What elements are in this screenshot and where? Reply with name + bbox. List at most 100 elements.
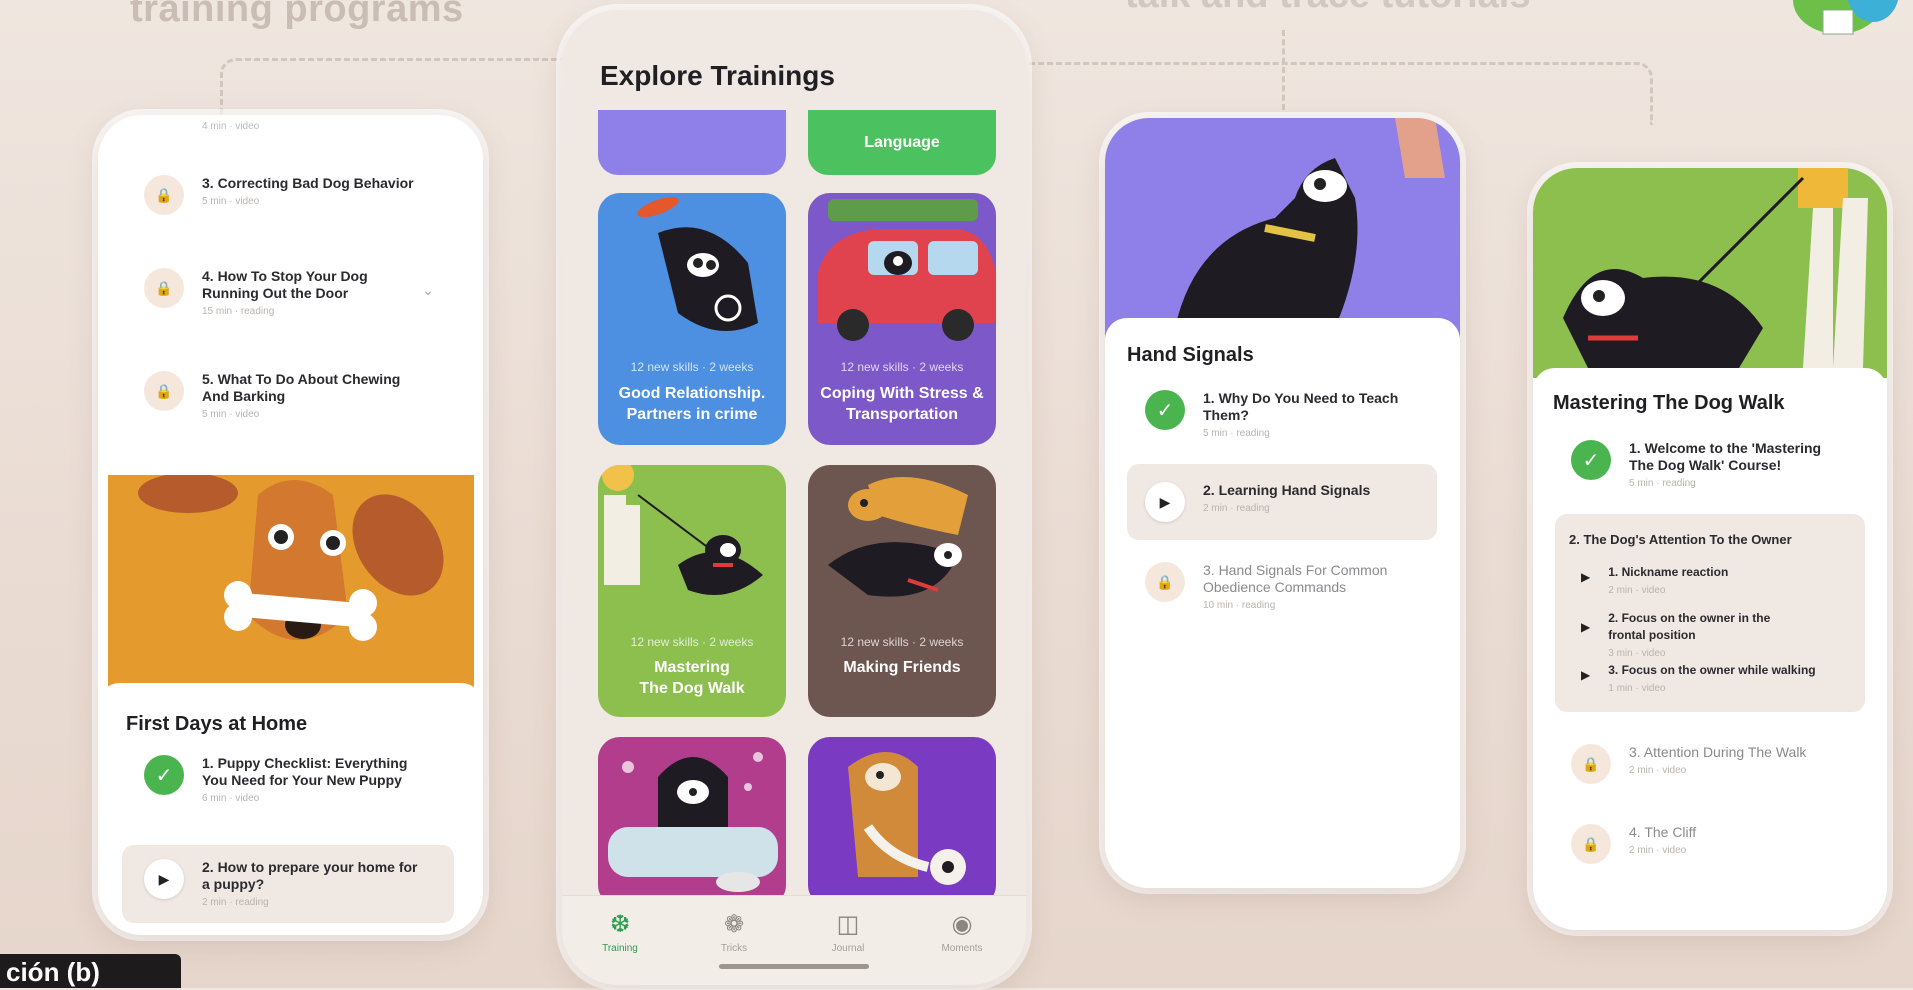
play-icon: ▶ xyxy=(1145,482,1185,522)
lesson-meta: 5 min · video xyxy=(202,196,260,207)
sub-lesson-item[interactable]: ▶ 2. Focus on the owner in the frontal p… xyxy=(1581,610,1851,659)
checkmark-icon: ✓ xyxy=(1571,440,1611,480)
lesson-item[interactable]: 🔒 4. The Cliff 2 min · video xyxy=(1571,824,1871,864)
lesson-item[interactable]: 🔒 5. What To Do About Chewing And Barkin… xyxy=(144,371,444,420)
play-icon: ▶ xyxy=(144,859,184,899)
phone-explore-trainings: Explore Trainings Language 12 new skills… xyxy=(562,10,1026,985)
training-icon: ❆ xyxy=(609,911,631,938)
nav-tricks[interactable]: ❁ Tricks xyxy=(684,910,784,954)
tile-name: Coping With Stress & Transportation xyxy=(820,385,984,423)
lock-icon: 🔒 xyxy=(1571,824,1611,864)
puppy-illustration xyxy=(108,475,474,715)
hand-signal-illustration xyxy=(1105,118,1460,338)
card-title: First Days at Home xyxy=(126,713,308,735)
training-tile[interactable]: 12 new skills · 2 weeks Mastering The Do… xyxy=(598,465,786,717)
lock-icon: 🔒 xyxy=(144,268,184,308)
nav-label: Journal xyxy=(831,943,865,954)
training-tile[interactable]: 12 new skills · 2 weeks Coping With Stre… xyxy=(808,193,996,445)
lesson-item[interactable]: 🔒 3. Hand Signals For Common Obedience C… xyxy=(1145,562,1435,611)
lesson-title: 2. How to prepare your home for a puppy? xyxy=(202,859,418,892)
card-title: Mastering The Dog Walk xyxy=(1553,392,1785,414)
bath-dog-illustration xyxy=(608,752,778,892)
tile-name: Good Relationship. Partners in crime xyxy=(618,385,766,423)
lesson-item[interactable]: ✓ 1. Puppy Checklist: Everything You Nee… xyxy=(144,755,444,804)
tile-meta: 12 new skills · 2 weeks xyxy=(630,360,754,374)
play-icon: ▶ xyxy=(1581,668,1591,682)
lock-icon: 🔒 xyxy=(1145,562,1185,602)
lesson-title: 1. Welcome to the 'Mastering The Dog Wal… xyxy=(1629,440,1822,473)
training-tile[interactable] xyxy=(808,737,996,907)
lesson-item[interactable]: 🔒 4. How To Stop Your Dog Running Out th… xyxy=(144,268,444,317)
lesson-meta: 2 min · video xyxy=(1629,765,1687,776)
checkmark-icon: ✓ xyxy=(1145,390,1185,430)
lesson-item[interactable]: ✓ 1. Why Do You Need to Teach Them? 5 min… xyxy=(1145,390,1435,439)
dog-walk-illustration xyxy=(602,465,763,595)
lesson-item[interactable]: 🔒 3. Correcting Bad Dog Behavior 5 min · … xyxy=(144,175,444,215)
connector-line xyxy=(1282,30,1285,110)
lesson-item-active[interactable]: ▶ 2. How to prepare your home for a pupp… xyxy=(122,845,454,923)
nav-journal[interactable]: ◫ Journal xyxy=(798,910,898,954)
background-heading-left: training programs xyxy=(130,0,464,30)
play-icon: ▶ xyxy=(1581,620,1591,634)
background-heading-right: talk and trace tutorials xyxy=(1125,0,1530,17)
connector-line xyxy=(220,58,563,121)
training-tile[interactable] xyxy=(598,737,786,907)
dog-walk-illustration xyxy=(1533,168,1887,378)
nav-training[interactable]: ❆ Training xyxy=(570,910,670,954)
section-title: 2. The Dog's Attention To the Owner xyxy=(1569,532,1792,547)
lesson-meta: 10 min · reading xyxy=(1203,600,1276,611)
lesson-title: 5. What To Do About Chewing And Barking xyxy=(202,371,401,404)
lesson-meta: 2 min · video xyxy=(1608,585,1666,596)
lesson-title: 1. Why Do You Need to Teach Them? xyxy=(1203,390,1399,423)
home-indicator xyxy=(719,964,869,969)
lesson-meta: 1 min · video xyxy=(1608,683,1666,694)
dogs-playing-illustration xyxy=(828,477,968,597)
car-illustration xyxy=(818,199,996,341)
paw-icon: ❁ xyxy=(723,911,745,938)
lesson-title: 1. Puppy Checklist: Everything You Need … xyxy=(202,755,408,788)
lesson-meta: 5 min · reading xyxy=(1203,428,1270,439)
lesson-title: 4. How To Stop Your Dog Running Out the … xyxy=(202,268,368,301)
phone-first-days: 4 min · video 🔒 3. Correcting Bad Dog Be… xyxy=(98,115,483,935)
lesson-meta: 5 min · video xyxy=(202,409,260,420)
camera-icon: ◉ xyxy=(951,911,973,938)
caption-label: ción (b) xyxy=(0,954,181,988)
card-title: Hand Signals xyxy=(1127,344,1254,366)
nav-label: Training xyxy=(602,943,638,954)
lesson-meta: 3 min · video xyxy=(1608,648,1666,659)
lesson-item-active[interactable]: ▶ 2. Learning Hand Signals 2 min · readin… xyxy=(1127,464,1437,540)
training-tile[interactable]: Language xyxy=(808,110,996,175)
sub-lesson-item[interactable]: ▶ 1. Nickname reaction 2 min · video xyxy=(1581,564,1851,596)
tile-name: Language xyxy=(864,134,940,151)
tile-meta: 12 new skills · 2 weeks xyxy=(840,635,964,649)
tile-meta: 12 new skills · 2 weeks xyxy=(840,360,964,374)
lesson-title: 4. The Cliff xyxy=(1629,824,1697,840)
checkmark-icon: ✓ xyxy=(144,755,184,795)
lock-icon: 🔒 xyxy=(144,371,184,411)
phone-hand-signals: Hand Signals ✓ 1. Why Do You Need to Tea… xyxy=(1105,118,1460,888)
chevron-down-icon[interactable]: ⌄ xyxy=(422,282,434,299)
lesson-title: 3. Correcting Bad Dog Behavior xyxy=(202,175,414,191)
nav-moments[interactable]: ◉ Moments xyxy=(912,910,1012,954)
connector-line xyxy=(1020,62,1653,125)
lesson-meta: 2 min · video xyxy=(1629,845,1687,856)
lesson-title: 2. Focus on the owner in the frontal pos… xyxy=(1608,611,1771,642)
lesson-item[interactable]: ✓ 1. Welcome to the 'Mastering The Dog W… xyxy=(1571,440,1871,489)
lesson-title: 3. Attention During The Walk xyxy=(1629,744,1807,760)
lesson-meta: 6 min · video xyxy=(202,793,260,804)
lesson-meta: 4 min · video xyxy=(202,121,260,132)
training-tile[interactable]: 12 new skills · 2 weeks Making Friends xyxy=(808,465,996,717)
lesson-meta: 2 min · reading xyxy=(202,897,269,908)
nav-label: Tricks xyxy=(720,943,748,954)
tile-name: Making Friends xyxy=(843,659,961,676)
lesson-meta: 2 min · reading xyxy=(1203,503,1270,514)
journal-icon: ◫ xyxy=(836,911,860,938)
lesson-section-expanded[interactable]: 2. The Dog's Attention To the Owner ▶ 1.… xyxy=(1555,514,1865,712)
lesson-meta: 5 min · reading xyxy=(1629,478,1696,489)
dog-illustration xyxy=(637,197,758,331)
play-icon: ▶ xyxy=(1581,570,1591,584)
lesson-item[interactable]: 🔒 3. Attention During The Walk 2 min · vi… xyxy=(1571,744,1871,784)
training-tile[interactable]: 12 new skills · 2 weeks Good Relationshi… xyxy=(598,193,786,445)
sub-lesson-item[interactable]: ▶ 3. Focus on the owner while walking 1 m… xyxy=(1581,662,1851,694)
training-tile[interactable] xyxy=(598,110,786,175)
